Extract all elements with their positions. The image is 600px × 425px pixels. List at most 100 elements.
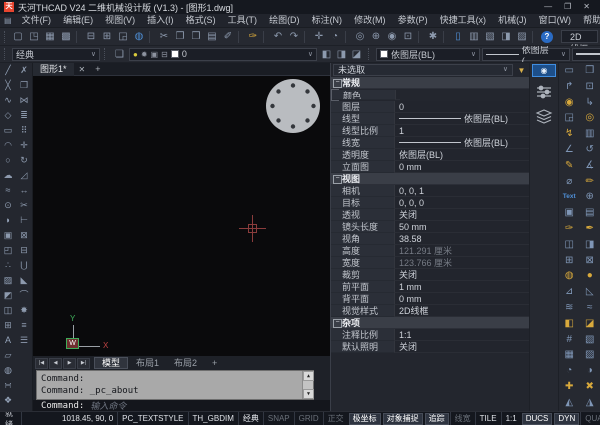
collapse-icon[interactable]	[331, 317, 342, 329]
layout-nav-button[interactable]: ▶|	[77, 358, 90, 369]
rectangle-icon[interactable]: ▭	[0, 123, 16, 138]
status-dimstyle[interactable]: TH_GBDIM	[188, 412, 238, 425]
property-value[interactable]: 0, 0, 1	[394, 185, 529, 197]
close-button[interactable]: ✕	[583, 1, 590, 13]
property-value[interactable]: 依图层(BL)	[394, 137, 529, 149]
menu-item[interactable]: 机械(J)	[492, 14, 533, 27]
property-value[interactable]: 0	[394, 101, 529, 113]
mech-triangle-icon[interactable]: ⊿	[565, 284, 573, 300]
mech-window-icon[interactable]: ▭	[565, 63, 574, 79]
property-value[interactable]: 1 mm	[394, 281, 529, 293]
break-at-point-icon[interactable]: ⊟	[16, 243, 32, 258]
chamfer-icon[interactable]: ◣	[16, 273, 32, 288]
property-value[interactable]: 关闭	[394, 269, 529, 281]
save-as-icon[interactable]: ▩	[58, 30, 74, 44]
mech-leader-icon[interactable]: ↱	[565, 79, 573, 95]
hatch-icon[interactable]: ▨	[0, 273, 16, 288]
properties-match-icon[interactable]: ☰	[16, 333, 32, 348]
mech-grid-icon[interactable]: ⊞	[565, 253, 573, 269]
layout-nav-button[interactable]: ▶	[63, 358, 76, 369]
break-icon[interactable]: ⊠	[16, 228, 32, 243]
mech-break-line-icon[interactable]: ↯	[565, 126, 573, 142]
mech-sketch-icon[interactable]: ✏	[586, 174, 594, 190]
zoom-extents-icon[interactable]: ⊡	[400, 30, 416, 44]
mech-angle-icon[interactable]: ∠	[565, 142, 574, 158]
menu-item[interactable]: 插入(I)	[141, 14, 180, 27]
create-block-icon[interactable]: ◰	[0, 243, 16, 258]
layout-nav-button[interactable]: |◀	[35, 358, 48, 369]
copy-icon[interactable]: ❐	[172, 30, 188, 44]
property-value[interactable]: 关闭	[394, 209, 529, 221]
collapse-icon[interactable]	[331, 341, 342, 353]
mech-callout-icon[interactable]: ↳	[586, 95, 594, 111]
new-tab-icon[interactable]: +	[90, 64, 105, 74]
close-tab-icon[interactable]: ✕	[74, 65, 91, 74]
insert-block-icon[interactable]: ▣	[0, 228, 16, 243]
menu-item[interactable]: 标注(N)	[306, 14, 349, 27]
selection-filter-dropdown[interactable]: 未选取 ∨	[333, 64, 513, 76]
drawn-circle-entity[interactable]	[264, 77, 322, 135]
mech-half2-icon[interactable]: ◨	[585, 237, 594, 253]
collapse-icon[interactable]	[331, 185, 342, 197]
measure-icon[interactable]: ❖	[0, 393, 16, 408]
minimize-button[interactable]: —	[544, 1, 552, 13]
collapse-icon[interactable]	[331, 209, 342, 221]
collapse-icon[interactable]	[331, 329, 342, 341]
erase-icon[interactable]: ✗	[16, 63, 32, 78]
menu-item[interactable]: 绘图(D)	[263, 14, 306, 27]
toggle-grid[interactable]: GRID	[294, 412, 323, 425]
property-value[interactable]: 123.766 厘米	[394, 257, 529, 269]
menu-item[interactable]: 参数(P)	[392, 14, 434, 27]
extend-icon[interactable]: ⊢	[16, 213, 32, 228]
mech-arc-icon[interactable]: ◔	[566, 363, 572, 379]
toggle-otrack[interactable]: 追踪	[425, 413, 449, 425]
mech-angle2-icon[interactable]: ∡	[585, 158, 594, 174]
toggle-scale[interactable]: 1:1	[501, 412, 521, 425]
mech-datum-icon[interactable]: ◭	[565, 395, 573, 411]
open-icon[interactable]: ◳	[26, 30, 42, 44]
property-value[interactable]: 50 mm	[394, 221, 529, 233]
mech-hatch2-icon[interactable]: ▧	[585, 332, 594, 348]
toggle-tile[interactable]: TILE	[475, 412, 501, 425]
multiline-text-icon[interactable]: A	[0, 333, 16, 348]
tab-add-layout[interactable]: +	[205, 357, 224, 369]
collapse-icon[interactable]	[331, 161, 342, 173]
visual-style-selector[interactable]: 2D线框	[561, 30, 598, 43]
document-tab[interactable]: 图形1*	[33, 63, 74, 76]
tab-layout2[interactable]: 布局2	[167, 357, 204, 369]
arc-icon[interactable]: ◠	[0, 138, 16, 153]
join-icon[interactable]: ⋃	[16, 258, 32, 273]
property-value[interactable]: 依图层(BL)	[394, 149, 529, 161]
array-icon[interactable]: ⠿	[16, 123, 32, 138]
plot-icon[interactable]: ◲	[115, 30, 131, 44]
menu-item[interactable]: 窗口(W)	[533, 14, 578, 27]
command-history[interactable]: Command:Command: _pc_about ▲ ▼	[36, 370, 314, 400]
new-icon[interactable]: ▢	[10, 30, 26, 44]
table-icon[interactable]: ⊞	[0, 318, 16, 333]
mech-edit-icon[interactable]: ✎	[565, 158, 573, 174]
layer-freeze-icon[interactable]: ✹	[141, 49, 148, 60]
toolbar-grip[interactable]	[368, 48, 372, 60]
help-icon[interactable]: ?	[541, 31, 553, 43]
toolbar-grip[interactable]	[4, 48, 8, 60]
mech-hatch-icon[interactable]: ◍	[565, 268, 574, 284]
mech-dot-icon[interactable]: ●	[587, 268, 593, 284]
redo-icon[interactable]: ↷	[286, 30, 302, 44]
zoom-window-icon[interactable]: ⊕	[368, 30, 384, 44]
command-scrollbar[interactable]: ▲ ▼	[302, 371, 313, 399]
publish-icon[interactable]: ◍	[131, 30, 147, 44]
wipeout-icon[interactable]: ▱	[0, 348, 16, 363]
make-layer-current-icon[interactable]: ◧	[319, 49, 334, 60]
paste-icon[interactable]: ❒	[188, 30, 204, 44]
stretch-icon[interactable]: ↔	[16, 183, 32, 198]
status-workspace[interactable]: 经典	[238, 412, 263, 425]
mech-diameter-icon[interactable]: ⌀	[566, 174, 572, 190]
donut-icon[interactable]: ◍	[0, 363, 16, 378]
toggle-osnap[interactable]: 对象捕捉	[383, 413, 423, 425]
menu-item[interactable]: 快捷工具(x)	[434, 14, 493, 27]
construction-line-icon[interactable]: ╳	[0, 78, 16, 93]
mech-title-icon[interactable]: ⊡	[586, 79, 594, 95]
eye-icon[interactable]: ◉	[532, 64, 556, 77]
move-icon[interactable]: ✛	[16, 138, 32, 153]
layout-nav-button[interactable]: ◀	[49, 358, 62, 369]
